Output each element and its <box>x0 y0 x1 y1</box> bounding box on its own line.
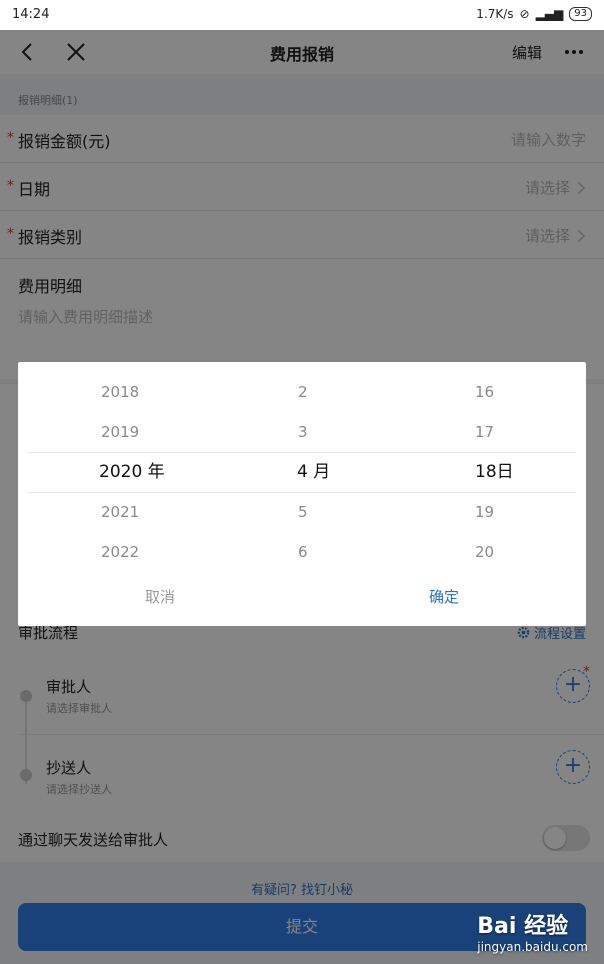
month-option[interactable]: 6 <box>268 532 457 572</box>
cancel-button[interactable]: 取消 <box>18 586 302 607</box>
date-picker-dialog: 2018 2019 2020 年 2021 2022 2 3 4 月 5 6 1… <box>18 362 586 626</box>
day-option[interactable]: 19 <box>438 492 604 532</box>
day-option-selected[interactable]: 18日 <box>438 452 604 492</box>
battery-icon: 93 <box>569 7 592 21</box>
status-bar: 14:24 1.7K/s ⊘ ▂▄▆ 93 <box>0 0 604 30</box>
net-speed: 1.7K/s <box>476 7 514 21</box>
day-option[interactable]: 17 <box>438 412 604 452</box>
watermark-url: jingyan.baidu.com <box>477 940 588 954</box>
status-indicators: 1.7K/s ⊘ ▂▄▆ 93 <box>476 7 592 21</box>
month-option[interactable]: 2 <box>268 372 457 412</box>
month-option-selected[interactable]: 4 月 <box>268 452 457 492</box>
day-column[interactable]: 16 17 18日 19 20 <box>438 362 604 572</box>
month-column[interactable]: 2 3 4 月 5 6 <box>268 362 457 572</box>
watermark-logo: Bai 经验 jingyan.baidu.com <box>477 908 588 954</box>
signal-icon: ▂▄▆ <box>535 7 564 21</box>
year-option[interactable]: 2021 <box>63 492 252 532</box>
mute-icon: ⊘ <box>519 7 530 21</box>
expense-screen: 14:24 1.7K/s ⊘ ▂▄▆ 93 费用报销 编辑 报销明细(1) * … <box>0 0 604 964</box>
year-option[interactable]: 2018 <box>63 372 252 412</box>
year-column[interactable]: 2018 2019 2020 年 2021 2022 <box>63 362 252 572</box>
watermark-brand: Bai 经验 <box>477 914 569 939</box>
status-time: 14:24 <box>12 7 50 22</box>
year-option[interactable]: 2019 <box>63 412 252 452</box>
month-option[interactable]: 5 <box>268 492 457 532</box>
year-option-selected[interactable]: 2020 年 <box>63 452 252 492</box>
day-option[interactable]: 16 <box>438 372 604 412</box>
confirm-button[interactable]: 确定 <box>302 586 586 607</box>
year-option[interactable]: 2022 <box>63 532 252 572</box>
day-option[interactable]: 20 <box>438 532 604 572</box>
month-option[interactable]: 3 <box>268 412 457 452</box>
